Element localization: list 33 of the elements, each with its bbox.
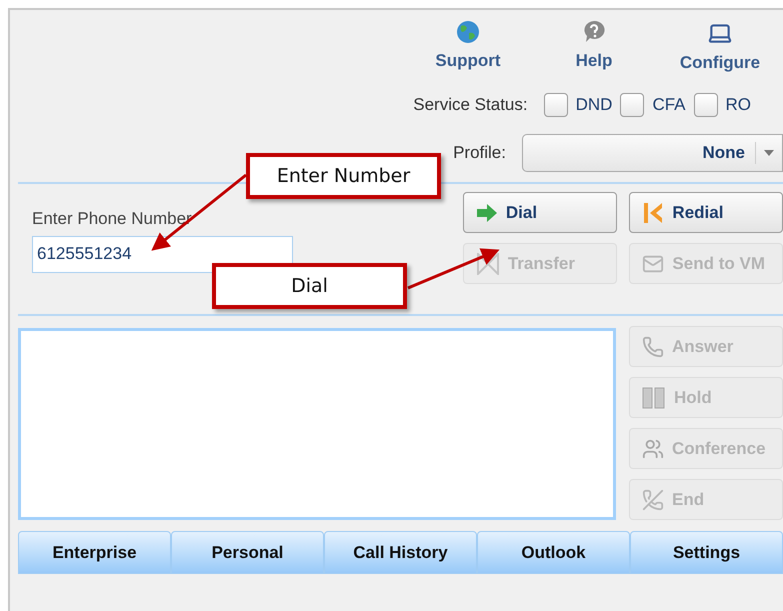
- globe-icon: [456, 20, 480, 44]
- bowtie-icon: [476, 252, 500, 274]
- profile-dropdown[interactable]: None: [522, 134, 783, 172]
- caret-icon: [764, 150, 774, 156]
- checkbox[interactable]: [544, 93, 568, 117]
- arrow-icon: [476, 202, 498, 222]
- checkbox[interactable]: [620, 93, 644, 117]
- tab[interactable]: Settings: [630, 531, 783, 574]
- phone-number-label: Enter Phone Number: [32, 208, 193, 230]
- help-icon: [582, 20, 606, 44]
- checkbox-label: RO: [726, 94, 751, 116]
- action-button[interactable]: Redial: [629, 192, 783, 233]
- phone-icon: [642, 488, 664, 510]
- people-icon: [642, 438, 664, 460]
- callout-box: Dial: [212, 263, 407, 309]
- tab[interactable]: Enterprise: [18, 531, 171, 574]
- checkbox[interactable]: [694, 93, 718, 117]
- pause-icon: [642, 386, 666, 408]
- checkbox-label: CFA: [652, 94, 686, 116]
- action-button[interactable]: Dial: [462, 192, 617, 233]
- phone-number-field[interactable]: 6125551234: [32, 236, 293, 272]
- service-status-label: Service Status:: [413, 94, 528, 116]
- tab[interactable]: Call History: [324, 531, 477, 574]
- phone-icon: [642, 336, 664, 358]
- profile-label: Profile:: [453, 142, 506, 164]
- checkbox-label: DND: [576, 94, 612, 116]
- rewind-icon: [642, 202, 664, 224]
- tab[interactable]: Personal: [171, 531, 324, 574]
- tab[interactable]: Outlook: [477, 531, 630, 574]
- toolbar-button[interactable]: Configure: [657, 20, 783, 78]
- toolbar-button[interactable]: Support: [405, 20, 531, 78]
- callout-box: Enter Number: [246, 153, 441, 199]
- toolbar-button[interactable]: Help: [531, 20, 657, 78]
